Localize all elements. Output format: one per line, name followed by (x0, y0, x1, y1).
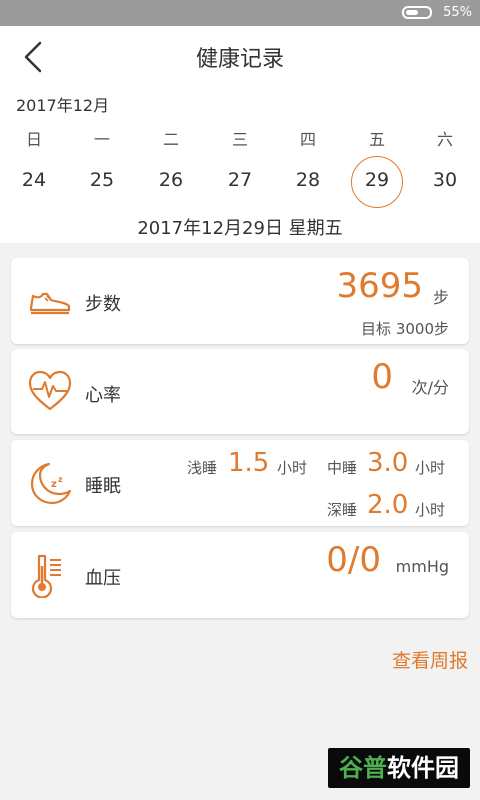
blood-pressure-label: 血压 (85, 568, 121, 589)
selected-date: 2017年12月29日 星期五 (137, 218, 343, 239)
mid-sleep-unit: 小时 (415, 459, 446, 477)
status-bar: 55% (0, 0, 480, 26)
page-title: 健康记录 (195, 47, 284, 72)
weekday-row: 日 一 二 三 四 五 六 (0, 126, 480, 149)
sleep-card[interactable]: z z 睡眠 浅睡 1.5 小时 中睡 3.0 小时 深睡 2.0 小时 (11, 440, 469, 526)
calendar-month: 2017年12月 (16, 96, 110, 115)
deep-sleep-value: 2.0 (367, 490, 409, 520)
calendar-day[interactable]: 24 (0, 160, 68, 200)
weekday-label: 三 (231, 130, 248, 149)
calendar-day-selected[interactable]: 29 (343, 156, 411, 208)
steps-value: 3695 (336, 266, 423, 306)
calendar-day[interactable]: 28 (274, 160, 342, 200)
battery-icon (402, 6, 432, 19)
weekday-label: 四 (299, 130, 316, 149)
weekday-label: 五 (368, 130, 385, 149)
watermark-logo: 谷普软件园 (328, 748, 470, 788)
deep-sleep-unit: 小时 (415, 501, 446, 519)
light-sleep-label: 浅睡 (187, 459, 218, 477)
watermark-text-green: 谷普 (339, 754, 387, 782)
weekday-label: 二 (162, 130, 179, 149)
watermark-text-white: 软件园 (387, 754, 459, 782)
light-sleep-value: 1.5 (228, 448, 270, 478)
steps-goal: 目标 3000步 (361, 320, 449, 338)
sneaker-icon (29, 292, 71, 315)
weekly-report-link[interactable]: 查看周报 (392, 646, 468, 673)
calendar-day[interactable]: 27 (206, 160, 274, 200)
heart-rate-value: 0 (371, 357, 393, 397)
weekday-label: 日 (25, 130, 42, 149)
weekday-label: 一 (93, 130, 110, 149)
deep-sleep-label: 深睡 (327, 501, 358, 519)
battery-percent: 55% (443, 5, 472, 20)
steps-card[interactable]: 步数 3695 步 目标 3000步 (11, 258, 469, 344)
sleep-label: 睡眠 (85, 476, 121, 497)
steps-unit: 步 (432, 288, 449, 307)
steps-label: 步数 (85, 294, 121, 315)
moon-sleep-icon: z z (30, 462, 72, 505)
heart-pulse-icon (28, 370, 72, 411)
mid-sleep-value: 3.0 (367, 448, 409, 478)
calendar-day[interactable]: 26 (137, 160, 205, 200)
weekday-label: 六 (436, 130, 453, 149)
thermometer-icon (31, 554, 61, 598)
calendar-day[interactable]: 25 (68, 160, 136, 200)
heart-rate-card[interactable]: 心率 0 次/分 (11, 349, 469, 434)
heart-rate-label: 心率 (85, 385, 121, 406)
light-sleep-unit: 小时 (277, 459, 308, 477)
week-calendar: 2017年12月 日 一 二 三 四 五 六 24 25 26 27 28 29… (0, 88, 480, 243)
blood-pressure-card[interactable]: 血压 0/0 mmHg (11, 532, 469, 618)
heart-rate-unit: 次/分 (411, 378, 449, 397)
svg-text:z: z (51, 479, 57, 490)
mid-sleep-label: 中睡 (327, 459, 358, 477)
app-header: 健康记录 (0, 26, 480, 88)
svg-text:z: z (58, 475, 63, 484)
date-row: 24 25 26 27 28 29 30 (0, 156, 480, 208)
calendar-day[interactable]: 30 (411, 160, 479, 200)
blood-pressure-unit: mmHg (395, 557, 449, 576)
blood-pressure-value: 0/0 (326, 540, 381, 580)
